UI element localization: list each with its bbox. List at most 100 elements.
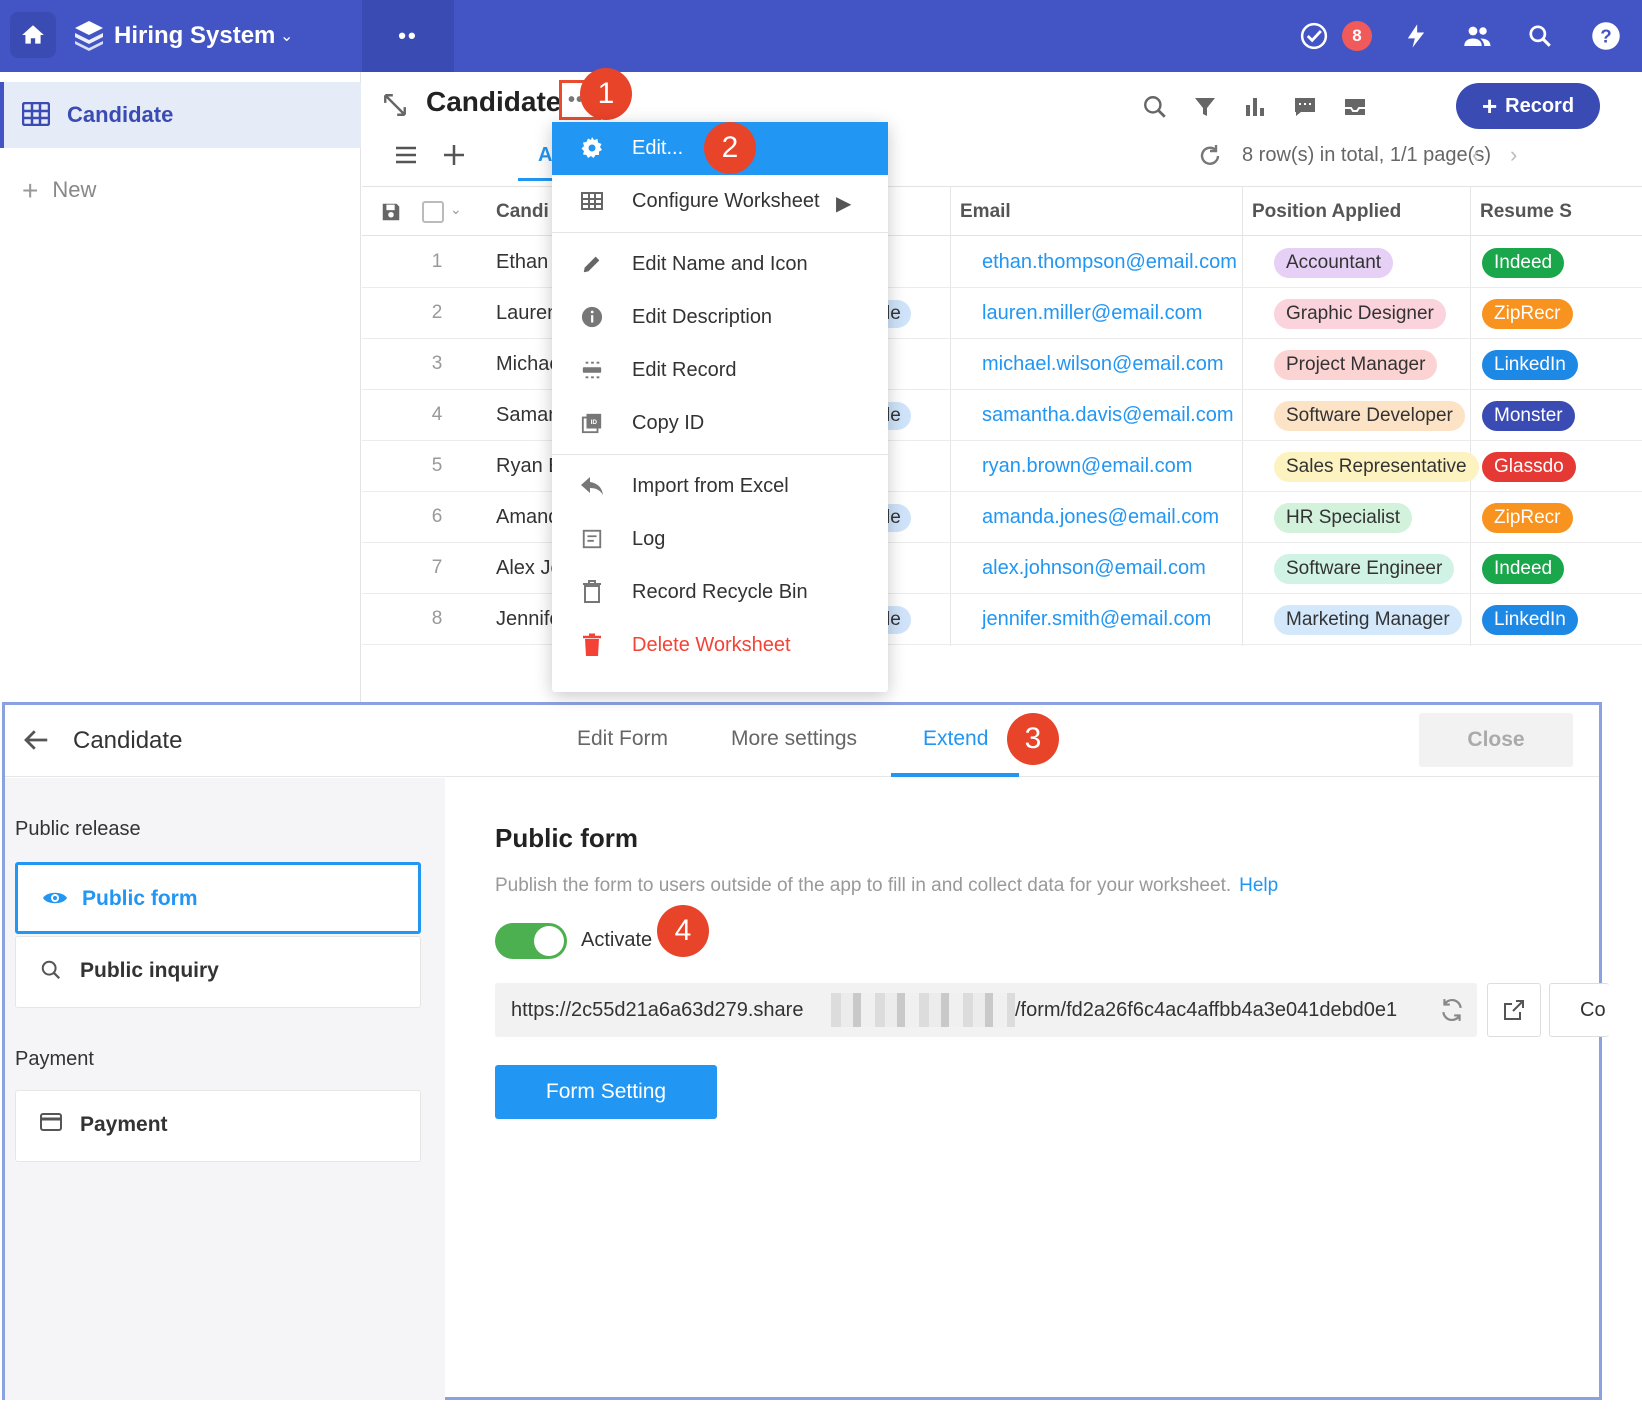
search-icon[interactable] bbox=[1138, 90, 1172, 124]
menu-item-delete-worksheet[interactable]: Delete Worksheet bbox=[552, 619, 888, 672]
resume-source-tag[interactable]: ZipRecr bbox=[1482, 299, 1573, 329]
resume-source-tag[interactable]: Indeed bbox=[1482, 248, 1565, 278]
copy-button[interactable]: Co bbox=[1549, 983, 1609, 1037]
menu-item-edit-description[interactable]: Edit Description bbox=[552, 291, 888, 344]
menu-item-label: Edit... bbox=[632, 137, 684, 159]
tab-edit-form[interactable]: Edit Form bbox=[577, 727, 668, 751]
row-number: 6 bbox=[431, 506, 443, 527]
trash-outline-icon bbox=[580, 580, 604, 604]
grid-icon bbox=[580, 189, 604, 213]
tab-more-settings[interactable]: More settings bbox=[731, 727, 857, 751]
menu-item-label: Record Recycle Bin bbox=[632, 581, 808, 603]
home-button[interactable] bbox=[10, 12, 56, 58]
candidate-name-cell[interactable]: Jennife bbox=[496, 608, 561, 631]
help-icon[interactable]: ? bbox=[1590, 20, 1622, 52]
resume-source-tag[interactable]: ZipRecr bbox=[1482, 503, 1573, 533]
notification-badge[interactable]: 8 bbox=[1342, 21, 1372, 51]
menu-item-edit-name-icon[interactable]: Edit Name and Icon bbox=[552, 238, 888, 291]
help-link[interactable]: Help bbox=[1239, 875, 1278, 896]
chart-icon[interactable] bbox=[1238, 90, 1272, 124]
app-switcher-button[interactable]: •• bbox=[362, 0, 454, 72]
email-cell[interactable]: alex.johnson@email.com bbox=[982, 557, 1206, 580]
menu-item-copy-id[interactable]: ID Copy ID bbox=[552, 397, 888, 450]
column-header-position[interactable]: Position Applied bbox=[1252, 201, 1401, 223]
select-all-checkbox[interactable] bbox=[422, 201, 444, 223]
open-link-button[interactable] bbox=[1487, 983, 1541, 1037]
record-button-label: Record bbox=[1505, 94, 1575, 117]
next-page-icon[interactable]: › bbox=[1510, 142, 1517, 168]
close-button[interactable]: Close bbox=[1419, 713, 1573, 767]
position-tag[interactable]: Graphic Designer bbox=[1274, 299, 1446, 329]
tab-extend[interactable]: Extend bbox=[923, 727, 988, 751]
resume-source-tag[interactable]: LinkedIn bbox=[1482, 350, 1578, 380]
position-tag[interactable]: Project Manager bbox=[1274, 350, 1438, 380]
expand-icon[interactable] bbox=[382, 92, 408, 118]
email-cell[interactable]: ethan.thompson@email.com bbox=[982, 251, 1237, 274]
eye-icon bbox=[43, 892, 67, 904]
refresh-icon[interactable] bbox=[1198, 144, 1222, 168]
email-cell[interactable]: ryan.brown@email.com bbox=[982, 455, 1192, 478]
new-worksheet-button[interactable]: + New bbox=[22, 172, 96, 206]
lightning-icon[interactable] bbox=[1400, 20, 1432, 52]
candidate-name-cell[interactable]: Lauren bbox=[496, 302, 558, 325]
filter-icon[interactable] bbox=[1188, 90, 1222, 124]
resume-source-tag[interactable]: Indeed bbox=[1482, 554, 1565, 584]
position-tag[interactable]: Sales Representative bbox=[1274, 452, 1479, 482]
column-header-email[interactable]: Email bbox=[960, 201, 1011, 223]
search-icon[interactable] bbox=[1524, 20, 1556, 52]
add-view-icon[interactable] bbox=[442, 143, 466, 167]
refresh-icon[interactable] bbox=[1439, 997, 1465, 1023]
prev-page-icon[interactable]: ‹ bbox=[1472, 142, 1479, 168]
option-public-inquiry[interactable]: Public inquiry bbox=[15, 936, 421, 1008]
sidebar: Candidate + New bbox=[0, 72, 361, 718]
email-cell[interactable]: samantha.davis@email.com bbox=[982, 404, 1234, 427]
chevron-down-icon[interactable]: ⌄ bbox=[450, 201, 462, 218]
app-name[interactable]: Hiring System bbox=[114, 22, 275, 50]
resume-source-tag[interactable]: Glassdo bbox=[1482, 452, 1576, 482]
candidate-name-cell[interactable]: Michae bbox=[496, 353, 560, 376]
candidate-name-cell[interactable]: Amand bbox=[496, 506, 559, 529]
app-logo-icon bbox=[75, 21, 103, 51]
position-tag[interactable]: Marketing Manager bbox=[1274, 605, 1462, 635]
sidebar-item-candidate[interactable]: Candidate bbox=[0, 82, 361, 148]
menu-item-recycle-bin[interactable]: Record Recycle Bin bbox=[552, 566, 888, 619]
option-public-form[interactable]: Public form bbox=[15, 862, 421, 934]
email-cell[interactable]: lauren.miller@email.com bbox=[982, 302, 1202, 325]
discussion-icon[interactable] bbox=[1288, 90, 1322, 124]
menu-item-label: Import from Excel bbox=[632, 475, 789, 497]
resume-source-tag[interactable]: Monster bbox=[1482, 401, 1575, 431]
row-number: 3 bbox=[431, 353, 443, 374]
todo-check-icon[interactable] bbox=[1298, 20, 1330, 52]
column-header-candidate[interactable]: Candi bbox=[496, 201, 549, 223]
hamburger-icon[interactable] bbox=[394, 144, 418, 166]
users-icon[interactable] bbox=[1462, 20, 1494, 52]
column-header-resume[interactable]: Resume S bbox=[1480, 201, 1572, 223]
position-tag[interactable]: HR Specialist bbox=[1274, 503, 1413, 533]
row-number: 2 bbox=[431, 302, 443, 323]
inbox-icon[interactable] bbox=[1338, 90, 1372, 124]
menu-item-import-excel[interactable]: Import from Excel bbox=[552, 460, 888, 513]
position-tag[interactable]: Software Engineer bbox=[1274, 554, 1455, 584]
menu-item-configure-worksheet[interactable]: Configure Worksheet ▶ bbox=[552, 175, 888, 228]
save-icon[interactable] bbox=[380, 201, 402, 223]
public-form-url-field[interactable]: https://2c55d21a6a63d279.share /form/fd2… bbox=[495, 983, 1477, 1037]
chevron-down-icon[interactable]: ⌄ bbox=[280, 26, 293, 46]
menu-item-log[interactable]: Log bbox=[552, 513, 888, 566]
candidate-name-cell[interactable]: Saman bbox=[496, 404, 559, 427]
external-link-icon bbox=[1504, 1000, 1524, 1020]
position-tag[interactable]: Accountant bbox=[1274, 248, 1394, 278]
menu-divider bbox=[552, 454, 888, 455]
add-record-button[interactable]: + Record bbox=[1456, 83, 1600, 129]
menu-item-label: Edit Description bbox=[632, 306, 773, 328]
option-payment[interactable]: Payment bbox=[15, 1090, 421, 1162]
email-cell[interactable]: amanda.jones@email.com bbox=[982, 506, 1219, 529]
menu-item-label: Copy ID bbox=[632, 412, 705, 434]
menu-item-edit-record[interactable]: Edit Record bbox=[552, 344, 888, 397]
email-cell[interactable]: michael.wilson@email.com bbox=[982, 353, 1223, 376]
position-tag[interactable]: Software Developer bbox=[1274, 401, 1465, 431]
resume-source-tag[interactable]: LinkedIn bbox=[1482, 605, 1578, 635]
email-cell[interactable]: jennifer.smith@email.com bbox=[982, 608, 1211, 631]
form-setting-button[interactable]: Form Setting bbox=[495, 1065, 717, 1119]
activate-toggle[interactable] bbox=[495, 923, 567, 959]
back-arrow-icon[interactable] bbox=[21, 725, 51, 755]
